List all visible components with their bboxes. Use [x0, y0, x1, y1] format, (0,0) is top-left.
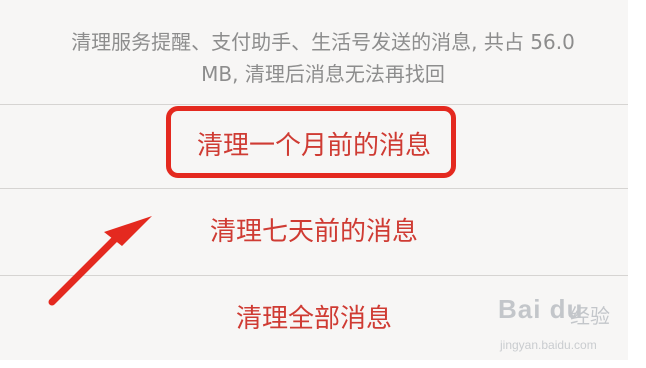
- action-sheet: 清理服务提醒、支付助手、生活号发送的消息, 共占 56.0 MB, 清理后消息无…: [0, 0, 646, 368]
- bottom-strip: [0, 360, 646, 368]
- watermark-url: jingyan.baidu.com: [500, 338, 597, 352]
- arrow-shaft: [48, 232, 122, 306]
- right-gutter: [628, 0, 646, 368]
- watermark-cn: 经验: [570, 304, 610, 328]
- baidu-jingyan-watermark: Bai du 经验 jingyan.baidu.com: [486, 280, 626, 360]
